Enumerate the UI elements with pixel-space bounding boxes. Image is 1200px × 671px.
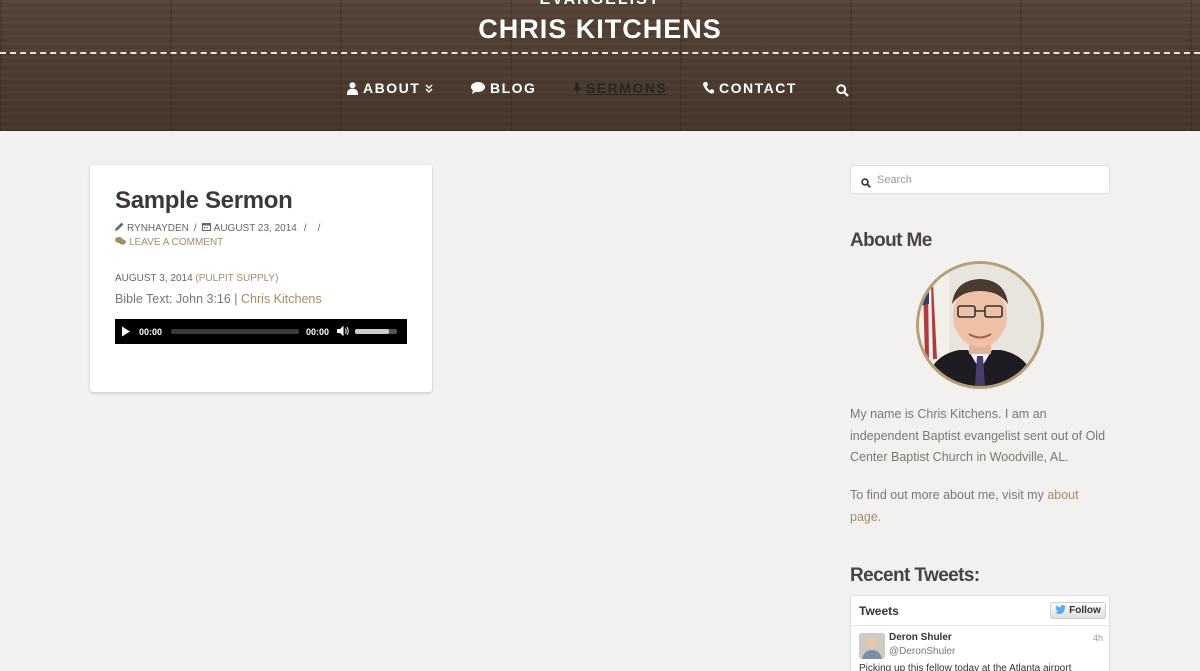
about-me-more-text: To find out more about me, visit my xyxy=(850,488,1044,502)
nav-search-button[interactable] xyxy=(836,84,849,100)
post-meta: RYNHAYDEN / AUGUST 23, 2014 / / xyxy=(115,222,320,234)
sermon-category[interactable]: (PULPIT SUPPLY) xyxy=(195,273,278,284)
post-card: Sample Sermon RYNHAYDEN / AUGUST 23, 201… xyxy=(90,165,432,392)
search-icon xyxy=(861,175,871,193)
comment-link[interactable]: LEAVE A COMMENT xyxy=(115,237,223,248)
nav-label-blog: BLOG xyxy=(490,80,537,96)
nav-item-blog[interactable]: BLOG xyxy=(471,80,536,96)
comment-link-label: LEAVE A COMMENT xyxy=(129,237,224,248)
preacher-link[interactable]: Chris Kitchens xyxy=(241,292,322,306)
twitter-widget: Tweets Follow Deron Shuler @DeronShuler … xyxy=(850,595,1110,671)
meta-separator: / xyxy=(193,222,197,234)
nav-label-contact: CONTACT xyxy=(719,80,797,96)
player-current-time: 00:00 xyxy=(139,327,163,337)
meta-separator: / xyxy=(303,222,307,234)
nav-label-sermons: SERMONS xyxy=(586,80,668,96)
about-me-title: About Me xyxy=(850,230,932,251)
main-nav: ABOUT BLOG SERMONS CONTACT xyxy=(0,80,1200,102)
header-divider xyxy=(0,52,1200,54)
player-progress-bar[interactable] xyxy=(171,329,299,334)
sermon-date: AUGUST 3, 2014 xyxy=(115,273,193,284)
twitter-follow-button[interactable]: Follow xyxy=(1050,602,1106,619)
twitter-widget-title: Tweets xyxy=(859,604,899,618)
nav-label-about: ABOUT xyxy=(363,80,421,96)
site-tagline: EVANGELIST xyxy=(0,0,1200,9)
search-input[interactable] xyxy=(877,171,1102,189)
post-author[interactable]: RYNHAYDEN xyxy=(127,223,189,234)
tweet-author-name[interactable]: Deron Shuler xyxy=(889,632,952,643)
site-title[interactable]: CHRIS KITCHENS xyxy=(0,14,1200,45)
sidebar-search xyxy=(850,165,1110,194)
chevron-down-icon xyxy=(425,80,433,96)
post-date: AUGUST 23, 2014 xyxy=(213,222,297,234)
tweet-text: Picking up this fellow today at the Atla… xyxy=(859,663,1072,671)
player-duration: 00:00 xyxy=(306,327,330,337)
play-icon[interactable] xyxy=(121,326,131,339)
tweet-avatar[interactable] xyxy=(859,633,885,659)
volume-icon[interactable] xyxy=(337,325,350,339)
site-header: EVANGELIST CHRIS KITCHENS ABOUT BLOG SER… xyxy=(0,0,1200,131)
tweet-time[interactable]: 4h xyxy=(1093,633,1103,643)
audio-player: 00:00 00:00 xyxy=(115,319,407,344)
nav-item-sermons[interactable]: SERMONS xyxy=(573,80,667,96)
pencil-icon xyxy=(115,222,124,234)
about-me-more: To find out more about me, visit my abou… xyxy=(850,485,1112,528)
comments-icon xyxy=(115,237,126,248)
phone-icon xyxy=(703,82,714,94)
about-me-text: My name is Chris Kitchens. I am an indep… xyxy=(850,407,1106,464)
bible-text: Bible Text: John 3:16 | xyxy=(115,292,238,306)
tweet-author-handle[interactable]: @DeronShuler xyxy=(889,646,955,657)
nav-item-contact[interactable]: CONTACT xyxy=(703,80,797,96)
sermon-info: AUGUST 3, 2014 (PULPIT SUPPLY) xyxy=(115,273,278,284)
volume-slider[interactable] xyxy=(355,329,397,334)
twitter-bird-icon xyxy=(1055,604,1067,617)
twitter-widget-header: Tweets Follow xyxy=(851,596,1109,626)
microphone-icon xyxy=(573,81,581,95)
volume-level xyxy=(355,329,389,334)
bible-text-line: Bible Text: John 3:16 | Chris Kitchens xyxy=(115,292,322,306)
nav-item-about[interactable]: ABOUT xyxy=(347,80,433,96)
search-icon xyxy=(836,84,849,100)
post-title[interactable]: Sample Sermon xyxy=(115,187,293,215)
calendar-icon xyxy=(201,222,211,234)
twitter-follow-label: Follow xyxy=(1069,605,1101,616)
user-icon xyxy=(347,81,358,95)
recent-tweets-title: Recent Tweets: xyxy=(850,565,980,586)
meta-separator: / xyxy=(317,222,321,234)
avatar xyxy=(916,261,1044,389)
comment-icon xyxy=(471,82,485,94)
